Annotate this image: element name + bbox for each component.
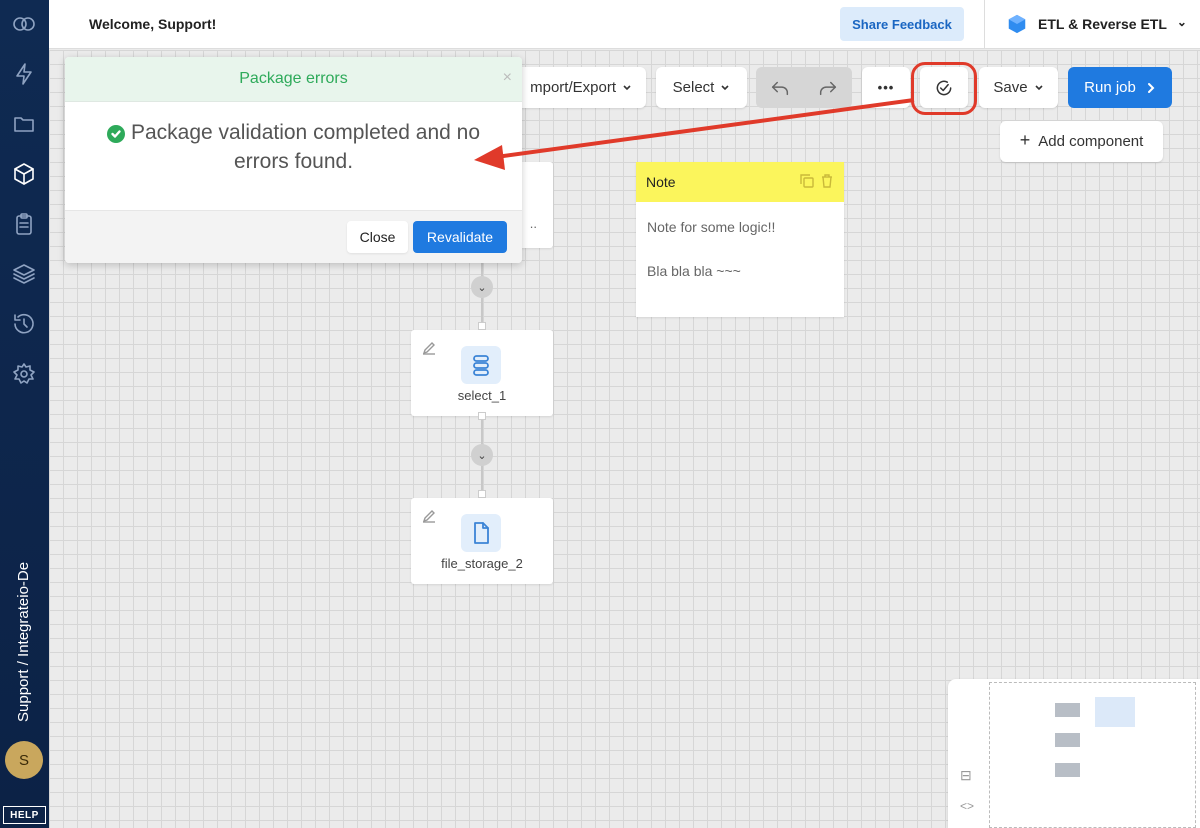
check-icon [106,125,125,143]
save-label: Save [993,79,1028,96]
chevron-right-icon [1147,82,1155,93]
note-title: Note [646,174,676,190]
note-body[interactable]: Note for some logic!! Bla bla bla ~~~ [636,202,844,318]
dialog-title: Package errors [239,70,348,87]
select-label: Select [672,79,715,96]
note-line: Bla bla bla ~~~ [647,263,741,279]
add-component-button[interactable]: + Add component [1000,121,1163,162]
note-line: Note for some logic!! [647,219,776,235]
logo-icon[interactable] [10,10,38,38]
product-switcher[interactable]: ETL & Reverse ETL ⌄ [1006,13,1187,35]
node-label-overflow: .. [529,216,537,231]
note-header: Note [636,162,844,202]
help-button[interactable]: HELP [3,806,46,824]
minimap-node [1055,733,1080,747]
undo-button[interactable] [756,67,804,108]
history-icon[interactable] [10,310,38,338]
minimap[interactable]: ⊟ <> [948,679,1200,828]
run-job-button[interactable]: Run job [1068,67,1172,108]
close-button[interactable]: Close [347,221,408,253]
minimap-node [1055,763,1080,777]
top-bar: Welcome, Support! Share Feedback ETL & R… [49,0,1200,49]
minimap-viewport[interactable] [989,682,1196,828]
node-label: file_storage_2 [441,556,523,571]
node-port[interactable] [478,412,486,420]
highlight-ring [911,62,977,115]
more-options-button[interactable]: ••• [862,67,910,108]
copy-icon[interactable] [800,174,814,188]
workspace-label[interactable]: Support / Integrateio-De [14,532,36,722]
plus-icon: + [1019,130,1031,150]
dialog-footer: Close Revalidate [65,210,522,263]
fit-view-icon[interactable]: ⊟ [960,767,972,784]
gear-icon[interactable] [10,360,38,388]
node-port[interactable] [478,490,486,498]
pencil-icon[interactable] [421,508,437,524]
select-icon [461,346,501,384]
import-export-label: mport/Export [530,79,616,96]
welcome-text: Welcome, Support! [89,16,217,32]
clipboard-icon[interactable] [10,210,38,238]
avatar[interactable]: S [5,741,43,779]
share-feedback-button[interactable]: Share Feedback [840,7,964,41]
package-errors-dialog: Package errors × Package validation comp… [65,57,522,263]
save-button[interactable]: Save [979,67,1058,108]
redo-icon [819,81,837,95]
node-port[interactable] [478,322,486,330]
dialog-header: Package errors × [65,57,522,102]
product-logo-icon [1008,14,1026,34]
minimap-note [1095,697,1135,727]
trash-icon[interactable] [820,174,834,188]
pencil-icon[interactable] [421,340,437,356]
file-icon [461,514,501,552]
run-job-label: Run job [1084,79,1136,96]
chevron-down-icon: ⌄ [1176,15,1187,29]
chevron-down-icon [623,84,631,90]
validation-message: Package validation completed and no erro… [130,121,481,173]
chevron-down-icon [1035,84,1043,90]
redo-button[interactable] [804,67,852,108]
code-icon[interactable]: <> [960,799,974,813]
divider [984,0,985,49]
chevron-down-icon[interactable]: ⌄ [471,444,493,466]
minimap-node [1055,703,1080,717]
pipeline-node-file-storage-2[interactable]: file_storage_2 [411,498,553,584]
undo-icon [771,81,789,95]
sidebar: Support / Integrateio-De S HELP [0,0,49,828]
select-dropdown[interactable]: Select [656,67,747,108]
node-label: select_1 [457,388,507,403]
dialog-message: Package validation completed and no erro… [65,102,522,210]
pipeline-node-select-1[interactable]: select_1 [411,330,553,416]
note-card[interactable]: Note Note for some logic!! Bla bla bla ~… [636,162,844,317]
folder-icon[interactable] [10,110,38,138]
chevron-down-icon [721,84,729,90]
revalidate-button[interactable]: Revalidate [413,221,507,253]
package-icon[interactable] [10,160,38,188]
close-icon[interactable]: × [503,69,512,87]
undo-redo-group [756,67,852,108]
layers-icon[interactable] [10,260,38,288]
lightning-icon[interactable] [10,60,38,88]
add-component-label: Add component [1038,133,1144,150]
chevron-down-icon[interactable]: ⌄ [471,276,493,298]
product-name: ETL & Reverse ETL [1038,16,1167,32]
